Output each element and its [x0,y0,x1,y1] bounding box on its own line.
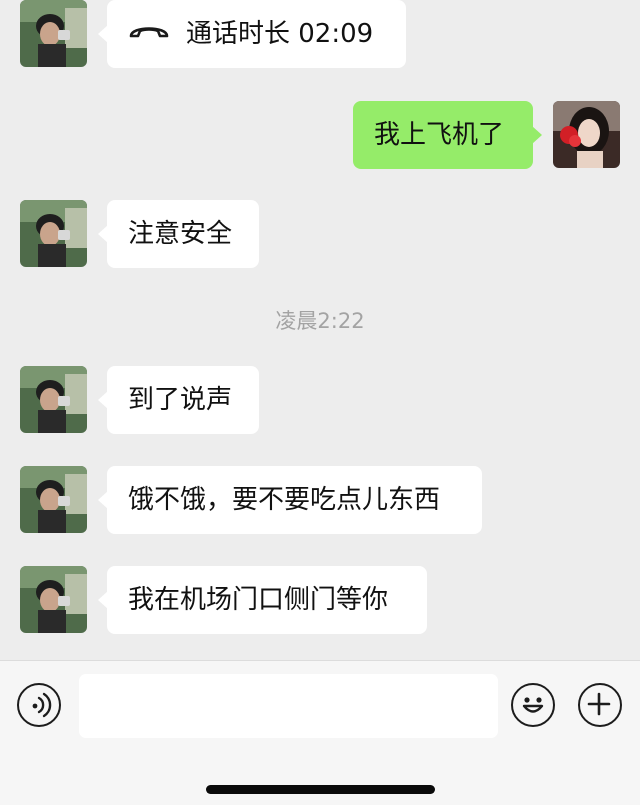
contact-avatar[interactable] [20,0,87,67]
message-timestamp: 凌晨2:22 [275,309,365,333]
message-input[interactable] [79,674,498,738]
plus-icon[interactable] [578,683,622,727]
call-duration-text: 通话时长 02:09 [186,19,374,49]
call-record-bubble[interactable]: 通话时长 02:09 [98,0,406,68]
message-text: 我在机场门口侧门等你 [128,585,389,615]
chat-area[interactable]: 通话时长 02:09 我上飞机了 注意安全 凌晨2:22 到了说声 饿不饿，要不… [0,0,640,660]
sent-message-bubble[interactable]: 我上飞机了 [353,101,542,169]
message-text: 注意安全 [128,219,233,249]
contact-avatar[interactable] [20,566,87,633]
emoji-icon[interactable] [511,683,555,727]
voice-icon[interactable] [17,683,61,727]
my-avatar[interactable] [553,101,620,168]
message-text: 饿不饿，要不要吃点儿东西 [128,485,441,515]
home-indicator [206,785,435,794]
message-text: 我上飞机了 [374,120,505,150]
contact-avatar[interactable] [20,200,87,267]
received-message-bubble[interactable]: 到了说声 [98,366,259,434]
contact-avatar[interactable] [20,366,87,433]
received-message-bubble[interactable]: 注意安全 [98,200,259,268]
message-text: 到了说声 [128,385,233,415]
input-bar [0,660,640,805]
received-message-bubble[interactable]: 饿不饿，要不要吃点儿东西 [98,466,482,534]
phone-hangup-icon [128,0,170,66]
contact-avatar[interactable] [20,466,87,533]
received-message-bubble[interactable]: 我在机场门口侧门等你 [98,566,427,634]
